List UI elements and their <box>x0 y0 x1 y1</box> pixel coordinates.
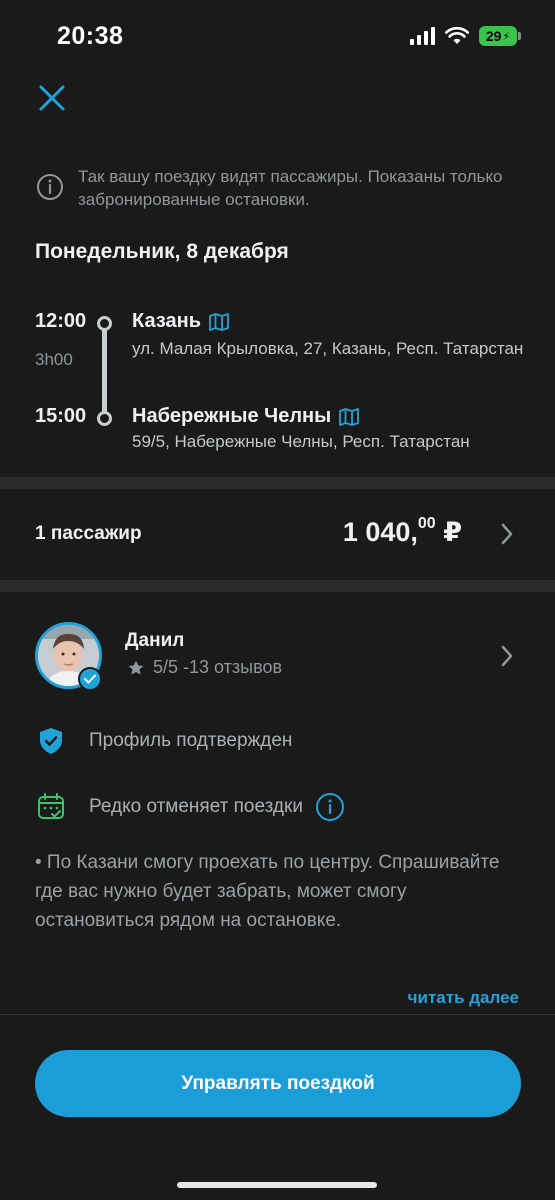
bottom-separator <box>0 1014 555 1015</box>
wifi-icon <box>445 27 469 44</box>
star-icon <box>128 660 144 675</box>
arrival-city-name: Набережные Челны <box>132 405 332 427</box>
chevron-right-icon[interactable] <box>499 522 515 546</box>
shield-check-icon <box>40 728 62 754</box>
driver-name: Данил <box>125 630 185 651</box>
feature-rarely-cancels: Редко отменяет поездки <box>35 791 515 823</box>
arrival-city[interactable]: Набережные Челны <box>132 405 360 428</box>
status-bar: 20:38 29 ⚡ <box>0 0 555 70</box>
map-icon[interactable] <box>339 407 360 426</box>
feature-verified-text: Профиль подтвержден <box>89 730 293 751</box>
price-main: 1 040, <box>342 517 418 547</box>
info-icon[interactable] <box>315 792 345 822</box>
section-divider <box>0 477 555 489</box>
trip-date: Понедельник, 8 декабря <box>35 240 289 263</box>
arrival-address: 59/5, Набережные Челны, Респ. Татарстан <box>132 432 470 451</box>
driver-bio: • По Казани смогу проехать по центру. Сп… <box>35 852 500 931</box>
arrival-time: 15:00 <box>35 405 87 427</box>
info-note-text: Так вашу поездку видят пассажиры. Показа… <box>78 167 503 209</box>
chevron-right-icon[interactable] <box>499 644 515 668</box>
departure-time: 12:00 <box>35 310 87 332</box>
driver-rating-text: 5/5 -13 отзывов <box>153 657 283 677</box>
arrival-dot <box>97 411 112 426</box>
price-cents: 00 <box>417 515 436 532</box>
feature-rarely-cancels-text: Редко отменяет поездки <box>89 796 303 817</box>
route-line <box>102 327 107 415</box>
calendar-check-icon <box>38 793 64 819</box>
info-icon <box>37 174 63 200</box>
passenger-price-row[interactable]: 1 пассажир 1 040,00 ₽ <box>0 490 555 578</box>
status-time: 20:38 <box>57 22 124 50</box>
departure-city-name: Казань <box>132 310 201 332</box>
battery-level: 29 <box>485 28 502 44</box>
passenger-count: 1 пассажир <box>35 523 142 544</box>
departure-address: ул. Малая Крыловка, 27, Казань, Респ. Та… <box>132 339 524 358</box>
status-icons: 29 ⚡ <box>410 26 521 46</box>
info-note: Так вашу поездку видят пассажиры. Показа… <box>36 165 516 211</box>
read-more-link[interactable]: читать далее <box>408 988 519 1008</box>
departure-city[interactable]: Казань <box>132 310 229 333</box>
price-currency: ₽ <box>443 517 462 547</box>
signal-icon <box>410 27 435 45</box>
feature-verified: Профиль подтвержден <box>35 725 515 757</box>
driver-rating: 5/5 -13 отзывов <box>127 657 282 678</box>
battery-icon: 29 ⚡ <box>479 26 521 46</box>
departure-dot <box>97 316 112 331</box>
driver-card[interactable]: Данил 5/5 -13 отзывов <box>0 612 555 702</box>
verified-badge-icon <box>78 667 102 691</box>
trip-duration: 3h00 <box>35 350 73 369</box>
close-icon[interactable] <box>36 82 68 114</box>
screen: 20:38 29 ⚡ Так вашу поездку видят пассажи… <box>0 0 555 1200</box>
manage-trip-button[interactable]: Управлять поездкой <box>35 1050 521 1117</box>
home-indicator <box>177 1182 377 1188</box>
route-timeline: 12:00 3h00 15:00 Казань ул. Малая Крылов… <box>0 305 555 465</box>
trip-price: 1 040,00 ₽ <box>342 515 462 548</box>
section-divider <box>0 580 555 592</box>
map-icon[interactable] <box>209 312 229 331</box>
